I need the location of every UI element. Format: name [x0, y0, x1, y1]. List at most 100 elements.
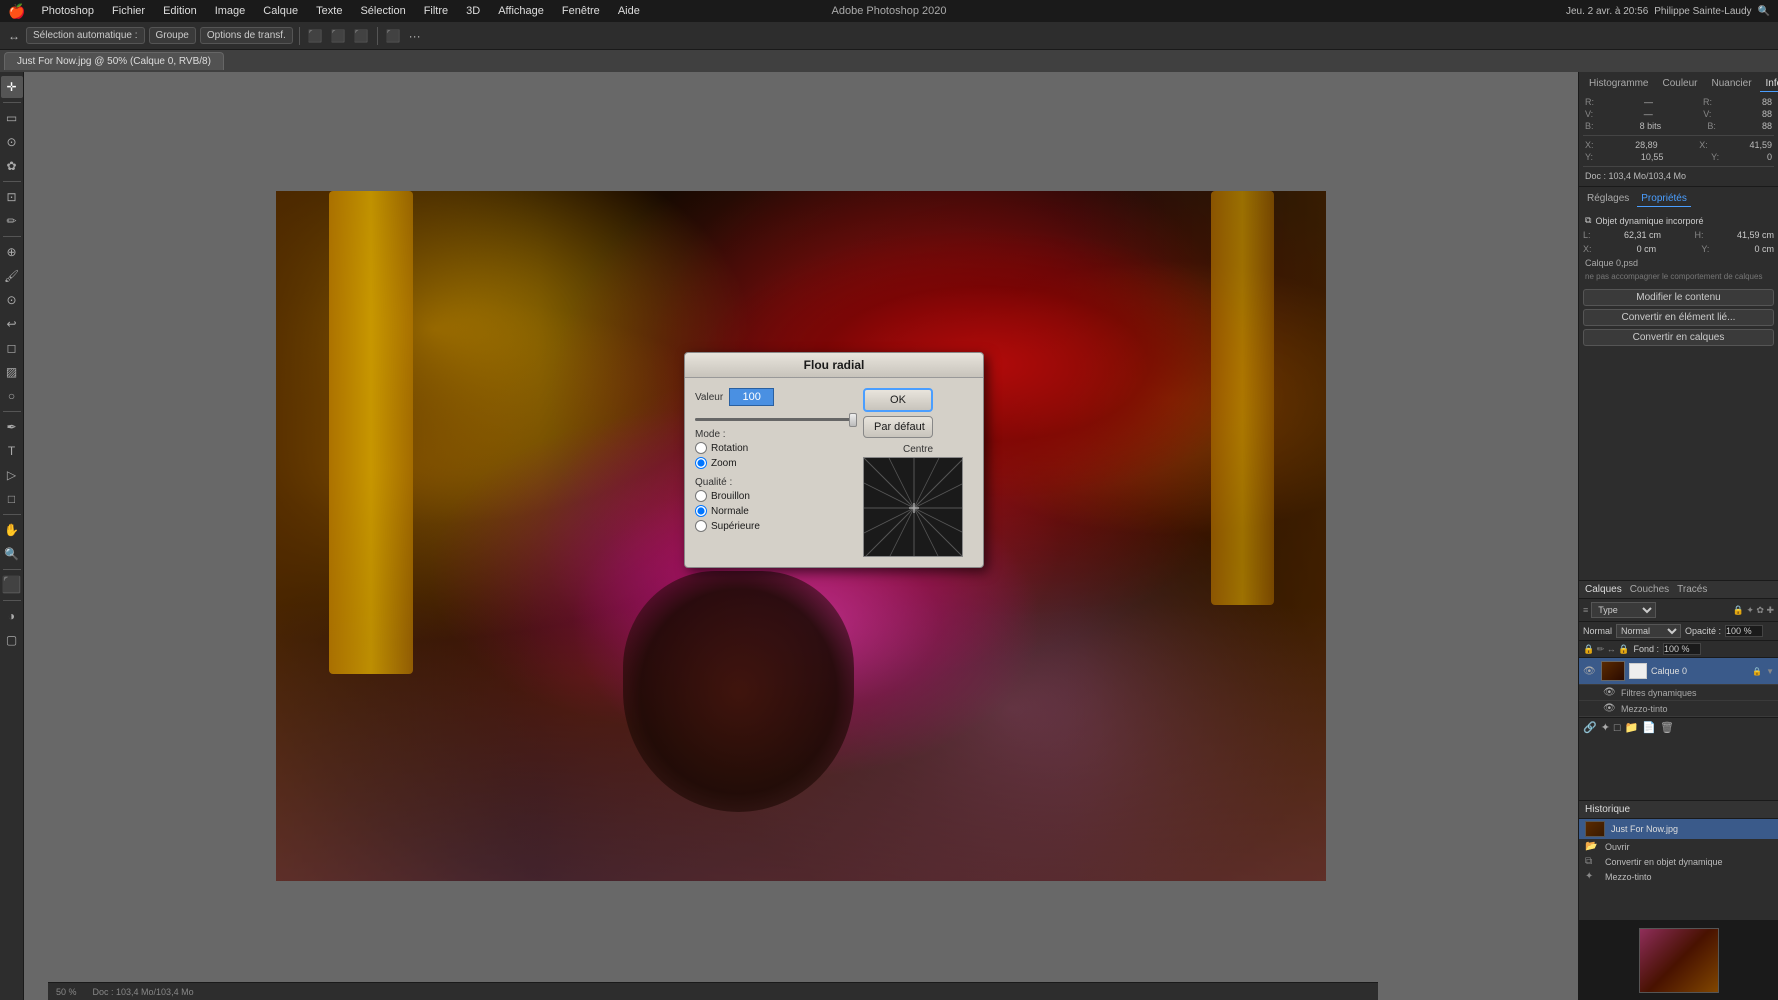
- qualite-normale[interactable]: Normale: [695, 505, 853, 517]
- menu-edition[interactable]: Edition: [155, 3, 205, 19]
- spot-heal-tool[interactable]: ⊕: [1, 241, 23, 263]
- quick-mask-icon[interactable]: ◑: [1, 605, 23, 627]
- layer-0[interactable]: 👁 Calque 0 🔒 ▼: [1579, 658, 1778, 685]
- align-center-icon[interactable]: ⬛: [329, 27, 348, 45]
- mode-select[interactable]: Normal: [1616, 624, 1681, 638]
- qualite-superieure[interactable]: Supérieure: [695, 520, 853, 532]
- menu-image[interactable]: Image: [207, 3, 254, 19]
- auto-select-btn[interactable]: Sélection automatique :: [26, 27, 145, 44]
- menu-affichage[interactable]: Affichage: [490, 3, 552, 19]
- align-right-icon[interactable]: ⬛: [352, 27, 371, 45]
- history-item-0[interactable]: Just For Now.jpg: [1579, 819, 1778, 839]
- tab-proprietes[interactable]: Propriétés: [1637, 191, 1691, 207]
- history-brush-tool[interactable]: ↩: [1, 313, 23, 335]
- mode-rotation[interactable]: Rotation: [695, 442, 853, 454]
- screen-mode-icon[interactable]: ▢: [1, 629, 23, 651]
- tab-couches[interactable]: Couches: [1630, 584, 1669, 595]
- layer-mode-select[interactable]: Type: [1591, 602, 1656, 618]
- slider-thumb[interactable]: [849, 413, 857, 427]
- history-item-2[interactable]: ⧉ Convertir en objet dynamique: [1579, 854, 1778, 869]
- tab-couleur[interactable]: Couleur: [1656, 76, 1703, 92]
- layer-icons: 🔒 ✦ ✿ ✚: [1733, 605, 1774, 616]
- convertir-calques-btn[interactable]: Convertir en calques: [1583, 329, 1774, 346]
- shape-tool[interactable]: □: [1, 488, 23, 510]
- menu-photoshop[interactable]: Photoshop: [33, 3, 102, 19]
- menu-aide[interactable]: Aide: [610, 3, 648, 19]
- add-style-btn[interactable]: ✦: [1601, 721, 1610, 734]
- brush-tool[interactable]: 🖌: [1, 265, 23, 287]
- history-title: Historique: [1579, 801, 1778, 819]
- ok-button[interactable]: OK: [863, 388, 933, 412]
- new-layer-btn[interactable]: 📄: [1642, 721, 1656, 734]
- gradient-tool[interactable]: ▨: [1, 361, 23, 383]
- search-icon[interactable]: 🔍: [1758, 6, 1770, 17]
- group-btn[interactable]: Groupe: [149, 27, 196, 44]
- eraser-tool[interactable]: ◻: [1, 337, 23, 359]
- menu-texte[interactable]: Texte: [308, 3, 350, 19]
- tab-calques[interactable]: Calques: [1585, 584, 1622, 595]
- new-group-btn[interactable]: 📁: [1625, 721, 1639, 734]
- history-item-3[interactable]: ✦ Mezzo-tinto: [1579, 869, 1778, 884]
- fond-label: Fond :: [1633, 644, 1659, 654]
- hand-tool[interactable]: ✋: [1, 519, 23, 541]
- move-tool-icon[interactable]: ↔: [6, 27, 22, 45]
- valeur-input[interactable]: [729, 388, 774, 406]
- distribute-icon[interactable]: ⬛: [384, 27, 403, 45]
- sub-filtres-eye[interactable]: 👁: [1603, 687, 1617, 698]
- tab-histogramme[interactable]: Histogramme: [1583, 76, 1654, 92]
- qualite-brouillon[interactable]: Brouillon: [695, 490, 853, 502]
- tab-nuancier[interactable]: Nuancier: [1706, 76, 1758, 92]
- fond-input[interactable]: [1663, 643, 1701, 655]
- opacity-row: Normal Normal Opacité :: [1579, 622, 1778, 641]
- slider-container[interactable]: [695, 418, 853, 421]
- zoom-tool[interactable]: 🔍: [1, 543, 23, 565]
- tab-informations[interactable]: Informations: [1760, 76, 1778, 92]
- radial-preview-svg: [864, 458, 963, 557]
- layer-0-eye[interactable]: 👁: [1583, 666, 1597, 677]
- qualite-section: Qualité : Brouillon Normale Supérieure: [695, 477, 853, 532]
- layer-0-chevron[interactable]: ▼: [1766, 667, 1774, 676]
- clone-tool[interactable]: ⊙: [1, 289, 23, 311]
- centre-section: Centre: [863, 444, 973, 557]
- info-divider2: [1583, 166, 1774, 167]
- text-tool[interactable]: T: [1, 440, 23, 462]
- add-mask-btn[interactable]: □: [1614, 722, 1621, 734]
- eyedropper-tool[interactable]: ✏: [1, 210, 23, 232]
- tab-reglages[interactable]: Réglages: [1583, 191, 1633, 207]
- menu-selection[interactable]: Sélection: [352, 3, 413, 19]
- pen-tool[interactable]: ✒: [1, 416, 23, 438]
- lasso-tool[interactable]: ⊙: [1, 131, 23, 153]
- history-item-1[interactable]: 📂 Ouvrir: [1579, 839, 1778, 854]
- menu-filtre[interactable]: Filtre: [416, 3, 456, 19]
- marquee-tool[interactable]: ▭: [1, 107, 23, 129]
- menu-right: Jeu. 2 avr. à 20:56 Philippe Sainte-Laud…: [1566, 6, 1770, 17]
- menu-calque[interactable]: Calque: [255, 3, 306, 19]
- delete-layer-btn[interactable]: 🗑: [1660, 721, 1674, 734]
- sub-mezzo-eye[interactable]: 👁: [1603, 703, 1617, 714]
- default-button[interactable]: Par défaut: [863, 416, 933, 438]
- menu-3d[interactable]: 3D: [458, 3, 488, 19]
- tab-traces[interactable]: Tracés: [1677, 584, 1707, 595]
- mode-value: Normal: [1583, 626, 1612, 636]
- centre-preview[interactable]: [863, 457, 963, 557]
- crop-tool[interactable]: ⊡: [1, 186, 23, 208]
- path-select-tool[interactable]: ▷: [1, 464, 23, 486]
- link-layers-btn[interactable]: 🔗: [1583, 721, 1597, 734]
- foreground-bg-color[interactable]: ⬛: [1, 574, 23, 596]
- dodge-tool[interactable]: ○: [1, 385, 23, 407]
- transform-btn[interactable]: Options de transf.: [200, 27, 293, 44]
- apple-logo[interactable]: 🍎: [8, 3, 25, 20]
- history-thumb-0: [1585, 821, 1605, 837]
- modifier-contenu-btn[interactable]: Modifier le contenu: [1583, 289, 1774, 306]
- quick-select-tool[interactable]: ✿: [1, 155, 23, 177]
- align-left-icon[interactable]: ⬛: [306, 27, 325, 45]
- document-tab[interactable]: Just For Now.jpg @ 50% (Calque 0, RVB/8): [4, 52, 224, 70]
- menu-fenetre[interactable]: Fenêtre: [554, 3, 608, 19]
- info-y2-coord: 0: [1767, 152, 1772, 162]
- options-more-icon[interactable]: ···: [407, 27, 423, 45]
- opacity-input[interactable]: [1725, 625, 1763, 637]
- move-tool[interactable]: ✛: [1, 76, 23, 98]
- menu-fichier[interactable]: Fichier: [104, 3, 153, 19]
- mode-zoom[interactable]: Zoom: [695, 457, 853, 469]
- convertir-element-btn[interactable]: Convertir en élément lié...: [1583, 309, 1774, 326]
